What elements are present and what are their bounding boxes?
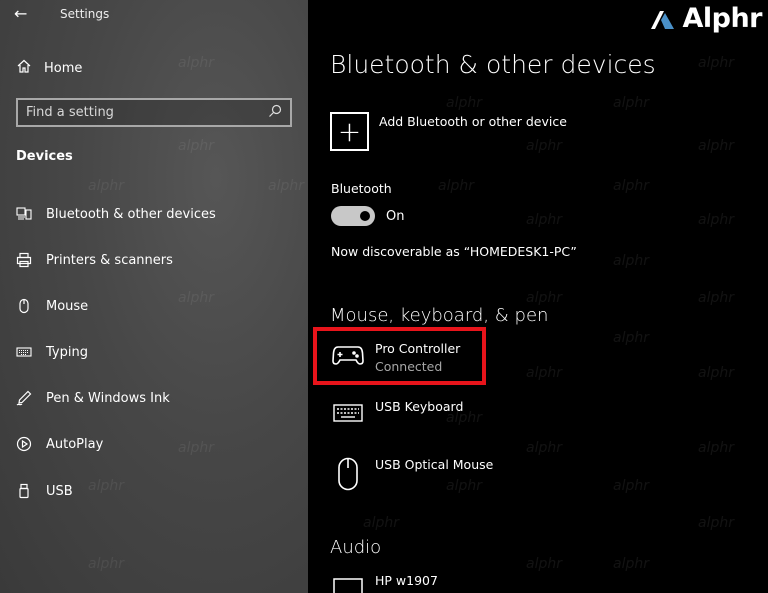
keyboard-icon — [14, 343, 34, 361]
sidebar-item-label: Printers & scanners — [46, 252, 173, 268]
watermark: alphr — [446, 95, 482, 111]
watermark: alphr — [438, 178, 474, 194]
watermark: alphr — [613, 478, 649, 494]
watermark: alphr — [698, 290, 734, 306]
section-heading-input: Mouse, keyboard, & pen — [330, 305, 549, 326]
watermark: alphr — [178, 290, 214, 306]
sidebar-item-bluetooth[interactable]: Bluetooth & other devices — [14, 205, 216, 223]
alphr-logo: Alphr — [650, 3, 762, 34]
monitor-icon — [330, 572, 366, 593]
watermark: alphr — [88, 478, 124, 494]
watermark: alphr — [526, 556, 562, 572]
pen-icon — [14, 389, 34, 407]
watermark: alphr — [613, 330, 649, 346]
watermark: alphr — [613, 556, 649, 572]
sidebar-item-label: AutoPlay — [46, 436, 104, 452]
highlight-box — [313, 327, 486, 385]
sidebar-item-mouse[interactable]: Mouse — [14, 297, 88, 315]
add-device-label: Add Bluetooth or other device — [379, 114, 567, 129]
device-usb-optical-mouse[interactable]: USB Optical Mouse — [330, 456, 493, 492]
mouse-icon — [330, 456, 366, 492]
watermark: alphr — [178, 440, 214, 456]
alphr-logo-icon — [651, 10, 675, 29]
section-heading-devices: Devices — [16, 149, 73, 164]
back-arrow-icon[interactable]: ← — [14, 4, 27, 23]
sidebar-item-usb[interactable]: USB — [14, 482, 73, 500]
watermark: alphr — [178, 138, 214, 154]
watermark: alphr — [613, 178, 649, 194]
device-usb-keyboard[interactable]: USB Keyboard — [330, 398, 463, 428]
watermark: alphr — [698, 55, 734, 71]
search-box[interactable] — [16, 98, 292, 127]
home-nav-item[interactable]: Home — [16, 58, 82, 78]
discoverable-text: Now discoverable as “HOMEDESK1-PC” — [331, 244, 577, 259]
watermark: alphr — [698, 212, 734, 228]
mouse-icon — [14, 297, 34, 315]
keyboard-icon — [330, 398, 366, 428]
sidebar-item-label: Pen & Windows Ink — [46, 390, 170, 406]
watermark: alphr — [88, 556, 124, 572]
bluetooth-label: Bluetooth — [331, 181, 392, 196]
sidebar-item-pen[interactable]: Pen & Windows Ink — [14, 389, 170, 407]
watermark: alphr — [526, 440, 562, 456]
sidebar-item-label: Mouse — [46, 298, 89, 314]
watermark: alphr — [88, 178, 124, 194]
bluetooth-state: On — [386, 208, 405, 224]
watermark: alphr — [698, 365, 734, 381]
home-icon — [16, 58, 32, 78]
watermark: alphr — [363, 515, 399, 531]
usb-icon — [14, 482, 34, 500]
sidebar-item-label: Bluetooth & other devices — [46, 206, 216, 222]
watermark: alphr — [698, 515, 734, 531]
home-label: Home — [44, 60, 83, 76]
sidebar: ← Settings Home Devices Bluetooth & othe… — [0, 0, 308, 593]
device-name: HP w1907 — [375, 573, 438, 588]
sidebar-item-label: Typing — [46, 344, 88, 360]
watermark: alphr — [613, 253, 649, 269]
plus-icon: + — [330, 112, 369, 151]
search-icon[interactable] — [268, 103, 282, 122]
device-name: USB Optical Mouse — [375, 457, 494, 472]
sidebar-item-printers[interactable]: Printers & scanners — [14, 251, 173, 269]
sidebar-item-typing[interactable]: Typing — [14, 343, 88, 361]
page-title: Bluetooth & other devices — [330, 50, 656, 79]
sidebar-item-autoplay[interactable]: AutoPlay — [14, 435, 103, 453]
sidebar-item-label: USB — [46, 483, 73, 499]
watermark: alphr — [526, 290, 562, 306]
window-title: Settings — [60, 7, 110, 21]
watermark: alphr — [526, 365, 562, 381]
bluetooth-toggle[interactable] — [331, 206, 375, 226]
printer-icon — [14, 251, 34, 269]
bluetooth-toggle-row[interactable]: On — [331, 206, 404, 226]
section-heading-audio: Audio — [330, 537, 382, 558]
watermark: alphr — [613, 95, 649, 111]
device-name: USB Keyboard — [375, 399, 464, 414]
add-device-button[interactable]: + Add Bluetooth or other device — [330, 112, 567, 151]
watermark: alphr — [268, 178, 304, 194]
bluetooth-devices-icon — [14, 205, 34, 223]
main-panel: Alphr Bluetooth & other devices + Add Bl… — [308, 0, 768, 593]
autoplay-icon — [14, 435, 34, 453]
watermark: alphr — [698, 138, 734, 154]
watermark: alphr — [698, 440, 734, 456]
device-hp-w1907[interactable]: HP w1907 — [330, 572, 438, 593]
watermark: alphr — [526, 212, 562, 228]
watermark: alphr — [178, 55, 214, 71]
logo-text: Alphr — [682, 3, 762, 34]
search-input[interactable] — [26, 105, 268, 120]
